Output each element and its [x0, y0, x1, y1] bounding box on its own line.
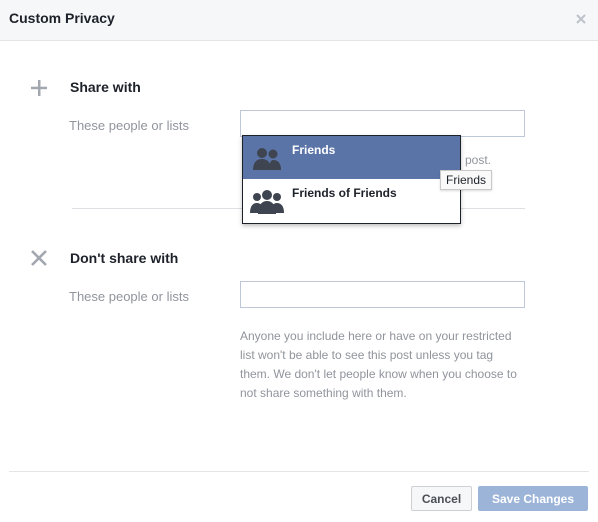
dont-share-with-input[interactable]	[240, 281, 525, 308]
save-changes-button[interactable]: Save Changes	[478, 486, 588, 511]
cancel-button[interactable]: Cancel	[411, 486, 472, 511]
plus-icon	[31, 80, 47, 96]
share-with-hint: post.	[465, 153, 492, 167]
dialog-titlebar: Custom Privacy	[0, 0, 598, 41]
x-icon	[31, 250, 47, 266]
dont-share-with-help-text: Anyone you include here or have on your …	[240, 329, 517, 400]
dropdown-item-label: Friends	[292, 143, 336, 157]
footer-divider	[9, 471, 589, 472]
dropdown-item-label: Friends of Friends	[292, 186, 397, 200]
share-with-field-label: These people or lists	[69, 118, 189, 133]
dropdown-item-friends[interactable]: Friends	[243, 136, 460, 179]
dropdown-item-friends-of-friends[interactable]: Friends of Friends	[243, 179, 460, 222]
share-with-input[interactable]	[240, 110, 525, 137]
dont-share-with-title: Don't share with	[70, 250, 179, 266]
share-with-title: Share with	[70, 79, 141, 95]
friends-of-friends-icon	[250, 190, 284, 214]
dialog-title: Custom Privacy	[9, 10, 115, 26]
friends-icon	[253, 148, 281, 170]
suggestion-dropdown: Friends Friends of Friends	[242, 135, 461, 224]
close-icon[interactable]	[573, 11, 589, 27]
tooltip: Friends	[440, 170, 493, 190]
dont-share-with-field-label: These people or lists	[69, 289, 189, 304]
